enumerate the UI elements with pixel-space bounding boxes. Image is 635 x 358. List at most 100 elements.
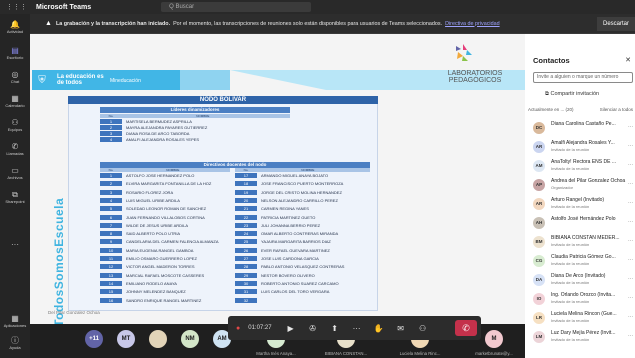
row-number: 4 <box>100 137 122 142</box>
contact-item[interactable]: LR Luciela Melina Rincon (Gue... Invitado … <box>529 310 635 326</box>
more-icon[interactable]: ··· <box>628 219 633 225</box>
table-row: 1 ASTOLFO JOSE HERNANDEZ POLO <box>100 173 230 178</box>
camera-icon[interactable]: ▶ <box>280 324 302 333</box>
rail-item[interactable]: ◎ Chat <box>0 70 30 84</box>
chat-icon[interactable]: ✉ <box>390 324 412 333</box>
row-name: ROSARIO FLOREZ JORA <box>126 189 174 195</box>
row-number: 24 <box>235 231 257 237</box>
contact-name: Luz Dary Mejía Pérez (Invit... <box>551 330 616 336</box>
hangup-button[interactable]: ✆ <box>455 320 477 336</box>
meeting-section[interactable]: Actualmente en ... (20) Silenciar a todo… <box>528 107 633 112</box>
more-icon[interactable]: ··· <box>628 238 633 244</box>
table-row: 21 CARMEN REGINA YANES <box>235 206 370 212</box>
contact-item[interactable]: AH Astolfo José Hernández Polo ··· <box>529 215 635 231</box>
col-name: NOMBRE <box>301 168 315 172</box>
row-name: JOSE FRANCISCO PUERTO MONTERROZA <box>261 181 344 187</box>
row-number: 3 <box>100 131 122 136</box>
contact-item[interactable]: AR Arturo Rangel (Invitado) Invitado de la… <box>529 196 635 212</box>
contact-item[interactable]: IO Ing. Orlando Orozco (Invita... Invitado… <box>529 291 635 307</box>
rail-item-label: Chat <box>10 79 20 84</box>
app-launcher-icon[interactable]: ⋮⋮⋮ <box>6 3 27 11</box>
table-row: 9 CANDELARIA DEL CARMEN FALENCIA ALMANZA <box>100 239 230 245</box>
avatar: AH <box>533 217 545 229</box>
contact-item[interactable]: AP Andrea del Pilar Gonzalez Ochoa Organiz… <box>529 177 635 193</box>
avatar: IO <box>533 293 545 305</box>
contact-item[interactable]: LM Luz Dary Mejía Pérez (Invit... Invitado… <box>529 329 635 345</box>
more-icon[interactable]: ··· <box>628 295 633 301</box>
row-number: 30 <box>235 280 257 286</box>
close-icon[interactable]: ✕ <box>625 56 631 64</box>
contact-item[interactable]: DC Diana Carolina Castaño Pe... ··· <box>529 120 635 136</box>
row-number: 6 <box>100 214 122 220</box>
table-row: 2 ELVIRA MARGARITA FONTANILLA DE LA HOZ <box>100 181 230 187</box>
mute-all-link[interactable]: Silenciar a todos <box>600 107 633 112</box>
teams-icon: ⚇ <box>11 118 19 127</box>
rail-item[interactable]: ▦ Calendario <box>0 94 30 108</box>
rail-item[interactable]: ⚇ Equipos <box>0 118 30 132</box>
more-icon[interactable]: ··· <box>628 333 633 339</box>
row-name: JUAN FERNANDO VILLALOBOS CORTINA <box>126 214 205 220</box>
table-row: 29 NESTOR BOVERO OLIVERO <box>235 272 370 278</box>
search-input[interactable]: Q Buscar <box>161 2 312 12</box>
rail-item[interactable]: ▭ Archivos <box>0 166 30 180</box>
rail-item-label: Sharepoint <box>5 199 25 204</box>
participant-name: Martha Inés Anaya... <box>256 351 296 356</box>
row-number: 14 <box>100 280 122 286</box>
row-number: 20 <box>235 197 257 203</box>
contact-item[interactable]: DA Diana De Arco (Invitado) Invitado de la… <box>529 272 635 288</box>
phone-icon: ✆ <box>11 142 19 151</box>
more-icon[interactable]: ··· <box>628 200 633 206</box>
contact-name: Diana Carolina Castaño Pe... <box>551 121 616 127</box>
recording-banner: ▲ La grabación y la transcripción han in… <box>30 14 635 34</box>
more-icon[interactable]: ··· <box>628 314 633 320</box>
contact-item[interactable]: AR Amalfi Alejandra Rosales Y... Invitado … <box>529 139 635 155</box>
table-row: 30 ROBERTO ANTONIO SUAREZ CARCAMO <box>235 280 370 286</box>
row-name: CANDELARIA DEL CARMEN FALENCIA ALMANZA <box>126 239 219 245</box>
more-icon[interactable]: ··· <box>628 162 633 168</box>
table-row: 18 JOSE FRANCISCO PUERTO MONTERROZA <box>235 181 370 187</box>
more-icon[interactable]: ··· <box>628 143 633 149</box>
avatar: CG <box>533 255 545 267</box>
share-invite-button[interactable]: ⧉ Compartir invitación <box>545 91 599 98</box>
apps-item[interactable]: ▦ Aplicaciones <box>0 314 30 328</box>
contact-item[interactable]: AM AnaTolty! Rectora ENS DE ... Invitado d… <box>529 158 635 174</box>
dismiss-button[interactable]: Descartar <box>597 17 635 31</box>
row-number: 2 <box>100 181 122 187</box>
brand-label: La educación es de todos <box>57 74 104 86</box>
more-icon[interactable]: ··· <box>628 124 633 130</box>
more-icon[interactable]: ··· <box>628 181 633 187</box>
avatar: AP <box>533 179 545 191</box>
contact-item[interactable]: CG Claudia Patricia Gómez Go... Invitado d… <box>529 253 635 269</box>
privacy-link[interactable]: Directiva de privacidad <box>445 21 500 27</box>
row-name: WILDE DE JESUS URIBE ARDILA <box>126 222 189 228</box>
row-number: 10 <box>100 247 122 253</box>
more-icon[interactable]: ··· <box>628 257 633 263</box>
row-number: 17 <box>235 173 257 178</box>
leaders-title: Líderes dinamizadores <box>100 107 290 113</box>
lab-logo-icon <box>456 44 472 61</box>
rail-item[interactable]: ✆ Llamadas <box>0 142 30 156</box>
raise-hand-icon[interactable]: ✋ <box>368 324 390 333</box>
share-icon[interactable]: ⬆ <box>324 324 346 333</box>
participants-icon[interactable]: ⚇ <box>412 324 434 333</box>
row-name: MAYRA ALEJANDRA PAYARES GUTIERREZ <box>126 125 208 130</box>
avatar: BM <box>533 236 545 248</box>
participant-name: BIBIANA CONSTAN... <box>324 351 368 356</box>
row-number: 7 <box>100 222 122 228</box>
help-item[interactable]: ⓘ Ayuda <box>0 336 30 350</box>
mic-icon[interactable]: ✇ <box>302 324 324 333</box>
contact-item[interactable]: BM BIBIANA CONSTAN MEDER... Invitado de la… <box>529 234 635 250</box>
rail-item[interactable]: ▤ Escritorio <box>0 46 30 60</box>
rail-item[interactable]: ⧉ Sharepoint <box>0 190 30 204</box>
more-icon[interactable]: ··· <box>346 324 368 333</box>
row-name: VICTOR ANGEL MADERON TORRES <box>126 264 195 270</box>
table-row: 20 NELSON ALEJANDRO CARRILLO PEREZ <box>235 197 370 203</box>
more-icon[interactable]: ··· <box>628 276 633 282</box>
invite-input[interactable]: Invite a alguien o marque un número <box>533 72 633 83</box>
row-name: ARMANDO MIGUEL ANAYA BOJATO <box>261 173 329 178</box>
contact-role: Invitado de la reunión <box>551 337 590 342</box>
meeting-toolbar: ● 01:07:27 ▶ ✇ ⬆ ··· ✋ ✉ ⚇ ✆ <box>228 316 481 340</box>
meeting-label: Actualmente en ... (20) <box>528 107 574 112</box>
more-apps-icon[interactable]: ··· <box>0 240 30 249</box>
rail-item[interactable]: 🔔 Actividad <box>0 20 30 34</box>
